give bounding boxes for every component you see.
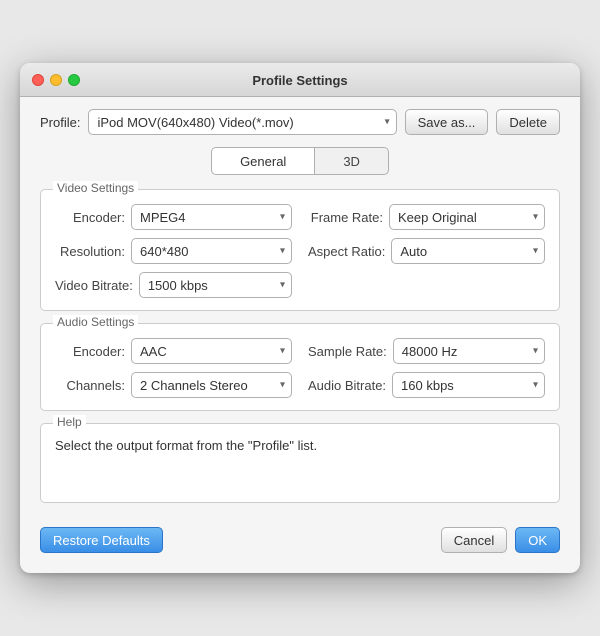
frame-rate-label: Frame Rate: [308, 210, 383, 225]
audio-encoder-label: Encoder: [55, 344, 125, 359]
tab-general[interactable]: General [211, 147, 314, 175]
window-content: Profile: iPod MOV(640x480) Video(*.mov) … [20, 97, 580, 573]
tab-3d[interactable]: 3D [314, 147, 389, 175]
profile-row: Profile: iPod MOV(640x480) Video(*.mov) … [40, 109, 560, 135]
audio-bitrate-row: Audio Bitrate: 160 kbps ▾ [308, 372, 545, 398]
resolution-select[interactable]: 640*480 [131, 238, 292, 264]
bottom-bar: Restore Defaults Cancel OK [40, 519, 560, 557]
frame-rate-select[interactable]: Keep Original [389, 204, 545, 230]
sample-rate-row: Sample Rate: 48000 Hz ▾ [308, 338, 545, 364]
title-bar: Profile Settings [20, 63, 580, 97]
aspect-ratio-label: Aspect Ratio: [308, 244, 385, 259]
video-encoder-row: Encoder: MPEG4 ▾ [55, 204, 292, 230]
delete-button[interactable]: Delete [496, 109, 560, 135]
profile-select-wrap: iPod MOV(640x480) Video(*.mov) ▾ [88, 109, 396, 135]
audio-settings-section: Audio Settings Encoder: AAC ▾ Sample Rat… [40, 323, 560, 411]
help-text: Select the output format from the "Profi… [55, 438, 545, 453]
aspect-ratio-select[interactable]: Auto [391, 238, 545, 264]
cancel-button[interactable]: Cancel [441, 527, 507, 553]
sample-rate-select-wrap: 48000 Hz ▾ [393, 338, 545, 364]
ok-button[interactable]: OK [515, 527, 560, 553]
audio-bitrate-select[interactable]: 160 kbps [392, 372, 545, 398]
tabs-row: General 3D [40, 147, 560, 175]
video-bitrate-select[interactable]: 1500 kbps [139, 272, 292, 298]
audio-encoder-row: Encoder: AAC ▾ [55, 338, 292, 364]
audio-settings-grid: Encoder: AAC ▾ Sample Rate: 48000 Hz [55, 338, 545, 398]
video-settings-grid: Encoder: MPEG4 ▾ Frame Rate: Keep Origin… [55, 204, 545, 298]
close-button[interactable] [32, 74, 44, 86]
video-encoder-select[interactable]: MPEG4 [131, 204, 292, 230]
aspect-ratio-row: Aspect Ratio: Auto ▾ [308, 238, 545, 264]
bottom-right-buttons: Cancel OK [441, 527, 560, 553]
video-settings-label: Video Settings [53, 181, 138, 195]
profile-select[interactable]: iPod MOV(640x480) Video(*.mov) [88, 109, 396, 135]
channels-select-wrap: 2 Channels Stereo ▾ [131, 372, 292, 398]
help-section: Help Select the output format from the "… [40, 423, 560, 503]
profile-settings-window: Profile Settings Profile: iPod MOV(640x4… [20, 63, 580, 573]
frame-rate-select-wrap: Keep Original ▾ [389, 204, 545, 230]
video-bitrate-select-wrap: 1500 kbps ▾ [139, 272, 292, 298]
audio-encoder-select[interactable]: AAC [131, 338, 292, 364]
save-as-button[interactable]: Save as... [405, 109, 489, 135]
video-bitrate-label: Video Bitrate: [55, 278, 133, 293]
resolution-select-wrap: 640*480 ▾ [131, 238, 292, 264]
resolution-row: Resolution: 640*480 ▾ [55, 238, 292, 264]
video-encoder-select-wrap: MPEG4 ▾ [131, 204, 292, 230]
maximize-button[interactable] [68, 74, 80, 86]
video-settings-section: Video Settings Encoder: MPEG4 ▾ Frame Ra… [40, 189, 560, 311]
video-encoder-label: Encoder: [55, 210, 125, 225]
audio-encoder-select-wrap: AAC ▾ [131, 338, 292, 364]
help-section-label: Help [53, 415, 86, 429]
channels-select[interactable]: 2 Channels Stereo [131, 372, 292, 398]
video-bitrate-row: Video Bitrate: 1500 kbps ▾ [55, 272, 292, 298]
restore-defaults-button[interactable]: Restore Defaults [40, 527, 163, 553]
frame-rate-row: Frame Rate: Keep Original ▾ [308, 204, 545, 230]
minimize-button[interactable] [50, 74, 62, 86]
sample-rate-label: Sample Rate: [308, 344, 387, 359]
channels-label: Channels: [55, 378, 125, 393]
traffic-lights [32, 74, 80, 86]
video-grid-spacer [308, 272, 545, 298]
channels-row: Channels: 2 Channels Stereo ▾ [55, 372, 292, 398]
window-title: Profile Settings [252, 73, 347, 88]
aspect-ratio-select-wrap: Auto ▾ [391, 238, 545, 264]
profile-label: Profile: [40, 115, 80, 130]
resolution-label: Resolution: [55, 244, 125, 259]
audio-settings-label: Audio Settings [53, 315, 138, 329]
audio-bitrate-select-wrap: 160 kbps ▾ [392, 372, 545, 398]
sample-rate-select[interactable]: 48000 Hz [393, 338, 545, 364]
audio-bitrate-label: Audio Bitrate: [308, 378, 386, 393]
